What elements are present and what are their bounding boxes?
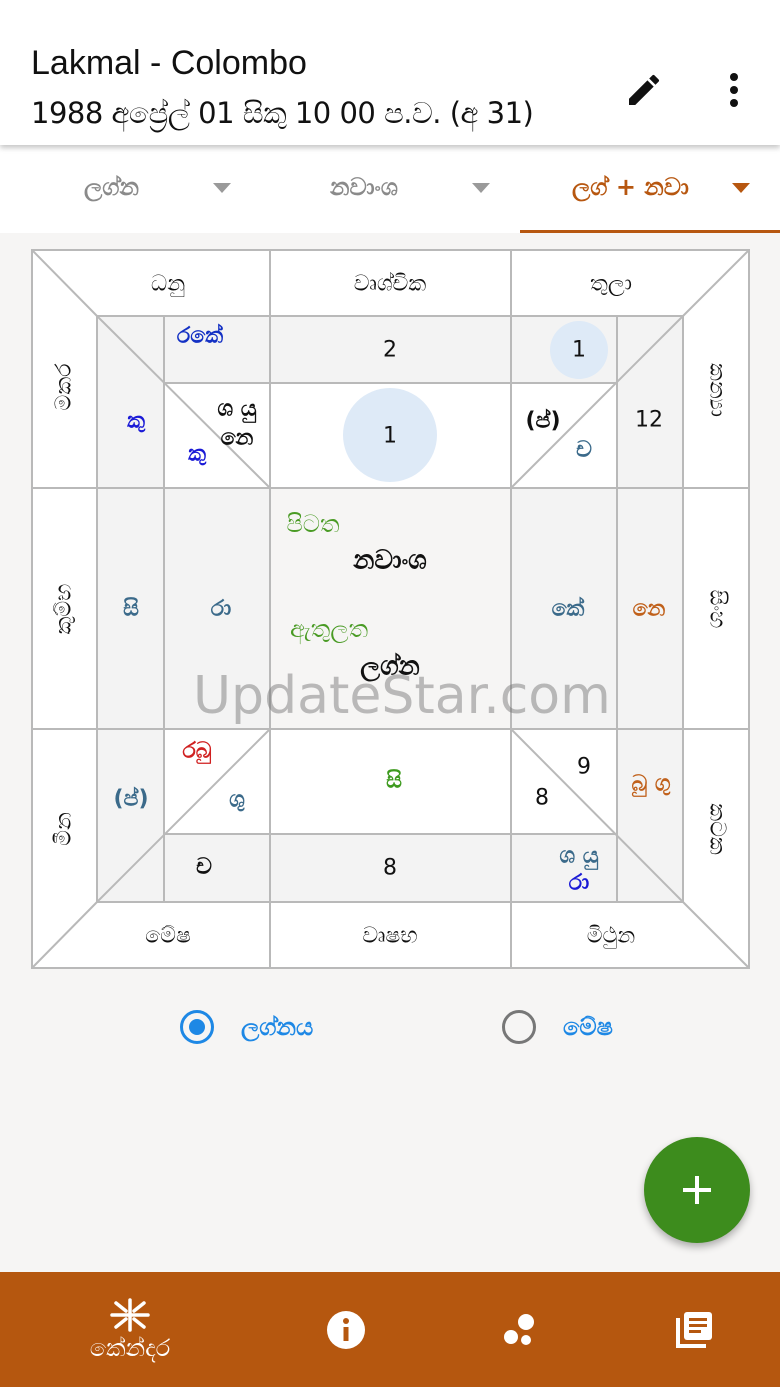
planet-shu: ශු <box>229 787 245 813</box>
tab-bar: ලග්න නවාංශ ලග් + නවා <box>0 145 780 233</box>
radio-label: ලග්නය <box>241 1013 314 1041</box>
house-number: 2 <box>383 337 397 363</box>
asterisk-icon <box>110 1297 150 1332</box>
sign-kanya: කන්‍යා <box>704 363 730 417</box>
info-icon <box>327 1310 365 1349</box>
nav-label: කේන්දර <box>89 1333 171 1362</box>
radio-lagnaya[interactable]: ලග්නය <box>180 1010 313 1044</box>
planet-cha: ච <box>576 437 592 463</box>
planet-ke: කේ <box>551 596 585 622</box>
planet-si: සි <box>386 768 402 794</box>
tab-lagna[interactable]: ලග්න <box>0 145 260 233</box>
planet-rake: රකේ <box>176 323 224 349</box>
sign-mesha: මේෂ <box>145 923 191 949</box>
house-number: 8 <box>535 785 549 811</box>
page-subtitle: 1988 අප්‍රේල් 01 සිකු 10 00 ප.ව. (අ 31) <box>31 96 534 130</box>
planet-bu-gu: බු ගු <box>631 771 671 797</box>
tab-label: ලග් + නවා <box>572 173 689 201</box>
page-title: Lakmal - Colombo <box>31 44 307 82</box>
sign-vrushchika: වෘශ්චික <box>353 271 427 297</box>
house-number: 8 <box>383 855 397 881</box>
sign-meena: මීන <box>51 812 77 846</box>
inner-label: ඇතුලත <box>289 615 369 643</box>
more-vert-icon[interactable] <box>710 66 758 114</box>
sign-makara: මකර <box>51 363 77 411</box>
horoscope-chart: ධනු වෘශ්චික තුලා මකර කන්‍යා කුම්භ සිංහ ම… <box>31 249 750 969</box>
outer-chart-name: නවාංශ <box>353 545 427 576</box>
planet-ku: කු <box>188 441 206 467</box>
tab-label: ලග්න <box>84 173 139 201</box>
add-button[interactable] <box>644 1137 750 1243</box>
list-icon <box>676 1311 712 1348</box>
planet-ra: රා <box>568 870 590 896</box>
radio-label: මේෂ <box>563 1013 613 1041</box>
planet-pluto: (ප්) <box>525 408 561 434</box>
sign-vrushabha: වෘෂභ <box>362 923 418 949</box>
radio-button[interactable] <box>502 1010 536 1044</box>
planet-cha: ච <box>196 854 212 880</box>
inner-chart-name: ලග්න <box>360 651 420 682</box>
sign-mithuna: මිථුන <box>586 923 636 949</box>
tab-label: නවාංශ <box>330 173 398 201</box>
house-number: 12 <box>635 407 663 433</box>
radio-mesha[interactable]: මේෂ <box>502 1010 613 1044</box>
tab-navamsha[interactable]: නවාංශ <box>260 145 520 233</box>
bottom-navigation: කේන්දර <box>0 1272 780 1387</box>
dropdown-arrow-icon <box>472 183 490 193</box>
app-bar: Lakmal - Colombo 1988 අප්‍රේල් 01 සිකු 1… <box>0 0 780 145</box>
pencil-icon[interactable] <box>620 66 668 114</box>
tab-indicator <box>520 230 780 233</box>
dropdown-arrow-icon <box>213 183 231 193</box>
nav-info[interactable] <box>306 1272 386 1387</box>
sign-kumbha: කුම්භ <box>51 583 77 635</box>
house-number: 9 <box>577 754 591 780</box>
dropdown-arrow-icon <box>732 183 750 193</box>
planet-sha-yu: ශ යු <box>559 843 599 869</box>
sign-dhanu: ධනු <box>150 271 186 297</box>
nav-list[interactable] <box>654 1272 734 1387</box>
bubbles-icon <box>504 1313 534 1345</box>
sign-kataka: කටක <box>704 803 730 855</box>
house-number: 1 <box>572 337 586 363</box>
radio-button-selected[interactable] <box>180 1010 214 1044</box>
planet-pluto: (ප්) <box>113 786 149 812</box>
planet-ku: කු <box>127 408 145 434</box>
house-number: 1 <box>383 423 397 449</box>
planet-si: සි <box>123 596 139 622</box>
sign-simha: සිංහ <box>704 589 730 629</box>
planet-sha-yu: ශ යු <box>217 396 257 422</box>
plus-icon <box>683 1176 711 1204</box>
nav-bubbles[interactable] <box>480 1272 560 1387</box>
planet-ra: රා <box>210 596 232 622</box>
planet-ne: නෙ <box>632 596 666 622</box>
outer-label: පිටත <box>286 510 340 538</box>
nav-kendara[interactable]: කේන්දර <box>60 1272 200 1387</box>
tab-lagna-navamsha[interactable]: ලග් + නවා <box>520 145 780 233</box>
sign-thula: තුලා <box>590 271 632 297</box>
planet-ne: නෙ <box>220 425 254 451</box>
planet-rabu: රබු <box>182 738 212 764</box>
